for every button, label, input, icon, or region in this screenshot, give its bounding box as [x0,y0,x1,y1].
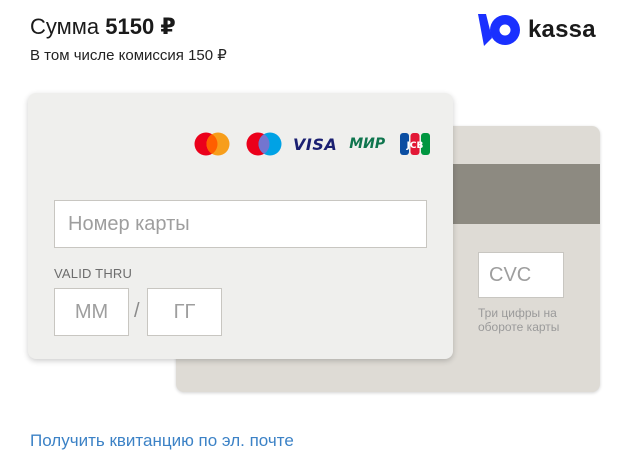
cvc-hint: Три цифры на обороте карты [478,306,560,334]
expiry-month-input[interactable] [54,288,129,336]
sum-label: Сумма [30,14,100,39]
expiry-separator: / [134,300,140,322]
expiry-year-input[interactable] [147,288,222,336]
valid-thru-label: VALID THRU [54,266,133,281]
card-front: VISA МИР JCB VALID THRU / [28,93,453,359]
logo-text: kassa [528,16,596,43]
yoo-kassa-logo-icon [478,14,520,46]
payment-sum: Сумма 5150 ₽ [30,12,176,42]
cvc-input[interactable] [478,252,564,298]
maestro-icon [246,132,282,156]
yookassa-logo: kassa [476,12,596,48]
card-number-input[interactable] [54,200,427,248]
sum-amount: 5150 ₽ [105,14,176,39]
svg-text:JCB: JCB [406,141,424,151]
jcb-icon: JCB [400,133,431,155]
commission-text: В том числе комиссия 150 ₽ [30,47,227,64]
mastercard-icon [194,132,230,156]
email-receipt-link[interactable]: Получить квитанцию по эл. почте [30,431,294,451]
payment-systems: VISA МИР JCB [193,131,431,157]
visa-logo: VISA [293,134,338,154]
mir-logo: МИР [349,136,386,152]
